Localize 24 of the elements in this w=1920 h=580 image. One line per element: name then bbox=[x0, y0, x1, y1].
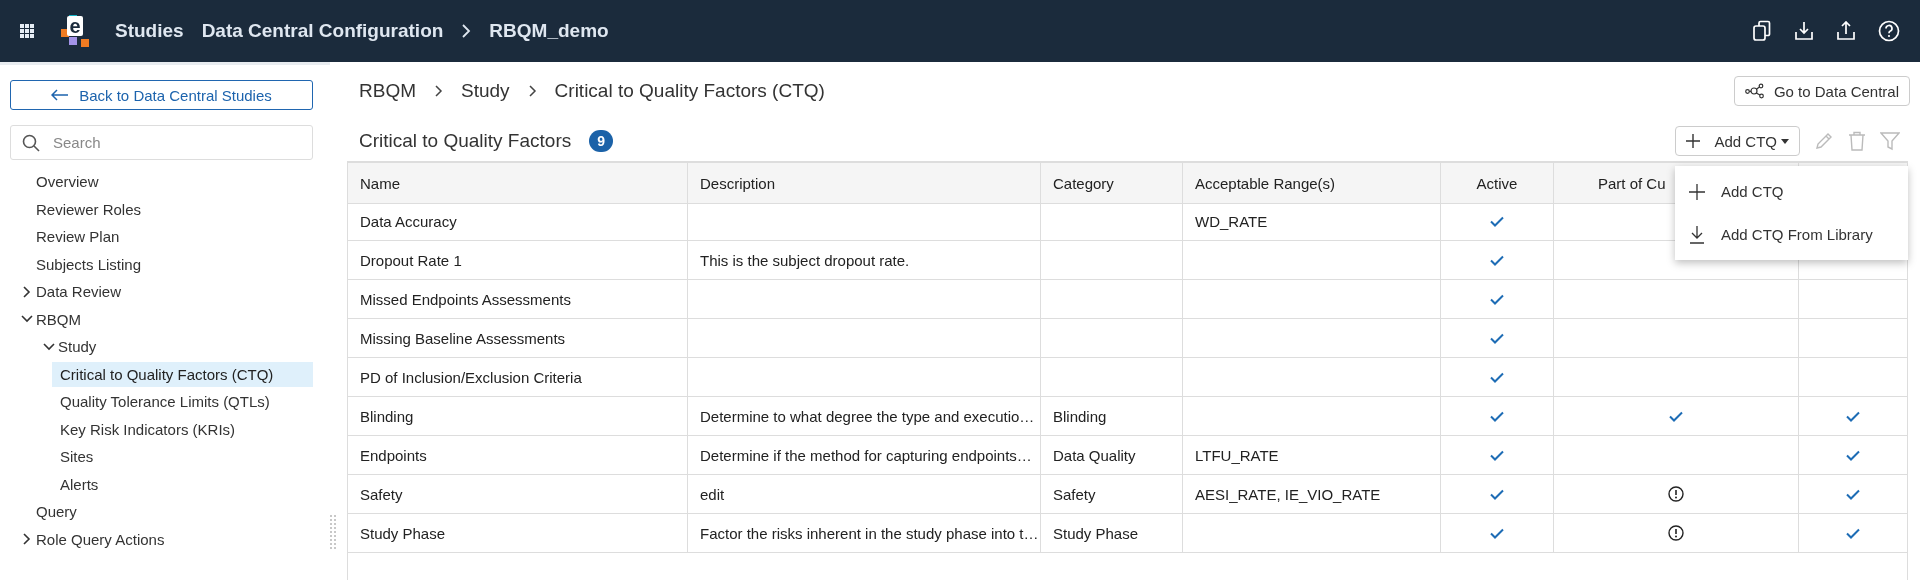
table-cell: Study Phase bbox=[348, 514, 688, 553]
table-cell: edit bbox=[688, 475, 1041, 514]
table-cell: Blinding bbox=[1041, 397, 1183, 436]
table-cell: Missed Endpoints Assessments bbox=[348, 280, 688, 319]
table-cell: Study Phase bbox=[1041, 514, 1183, 553]
table-cell: Data Accuracy bbox=[348, 202, 688, 241]
table-cell: Safety bbox=[1041, 475, 1183, 514]
table-cell: Safety bbox=[348, 475, 688, 514]
table-cell: WD_RATE bbox=[1183, 202, 1441, 241]
table-cell: Missing Baseline Assessments bbox=[348, 319, 688, 358]
table-cell: Data Quality bbox=[1041, 436, 1183, 475]
table-cell: Blinding bbox=[348, 397, 688, 436]
table-cell: Determine to what degree the type and executio… bbox=[688, 397, 1041, 436]
table-cell: AESI_RATE, IE_VIO_RATE bbox=[1183, 475, 1441, 514]
app-logo: e bbox=[61, 15, 91, 47]
table-cell: LTFU_RATE bbox=[1183, 436, 1441, 475]
count-badge: 9 bbox=[589, 130, 614, 152]
table-cell: This is the subject dropout rate. bbox=[688, 241, 1041, 280]
section-title: Critical to Quality Factors bbox=[358, 130, 572, 152]
table-cell: Factor the risks inherent in the study phase into t… bbox=[688, 514, 1041, 553]
table-cell: Endpoints bbox=[348, 436, 688, 475]
table-cell: PD of Inclusion/Exclusion Criteria bbox=[348, 358, 688, 397]
table-cell: Dropout Rate 1 bbox=[348, 241, 688, 280]
table-cell: Determine if the method for capturing endpoints… bbox=[688, 436, 1041, 475]
